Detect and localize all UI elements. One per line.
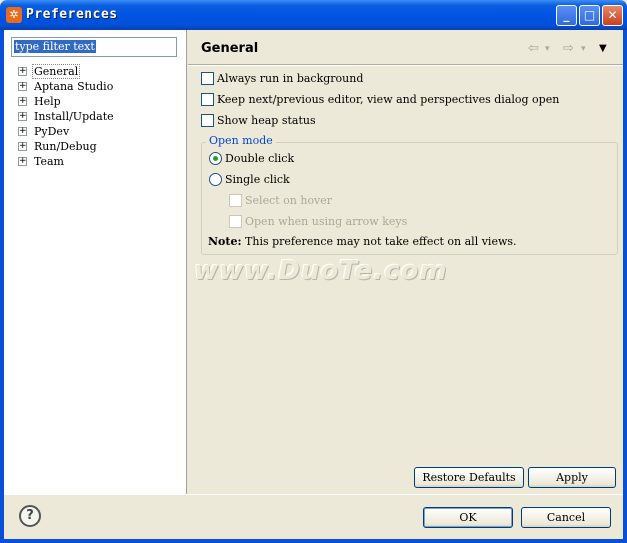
tree-item-install-update[interactable]: + Install/Update xyxy=(18,109,114,124)
tree-item-label: PyDev xyxy=(34,125,70,138)
option-label: Keep next/previous editor, view and pers… xyxy=(217,93,560,106)
help-icon[interactable]: ? xyxy=(19,505,41,527)
checkbox[interactable] xyxy=(201,72,214,85)
footer-divider xyxy=(4,494,623,495)
restore-defaults-button[interactable]: Restore Defaults xyxy=(414,467,524,488)
checkbox[interactable] xyxy=(201,93,214,106)
page-title: General xyxy=(201,41,259,56)
watermark: www.DuoTe.com xyxy=(194,256,448,286)
apply-button[interactable]: Apply xyxy=(528,467,616,488)
tree-item-team[interactable]: + Team xyxy=(18,154,114,169)
checkbox[interactable] xyxy=(229,215,242,228)
option-show-heap-status[interactable]: Show heap status xyxy=(201,114,316,127)
option-select-on-hover[interactable]: Select on hover xyxy=(229,194,332,207)
expand-icon[interactable]: + xyxy=(18,112,27,121)
radio-button[interactable] xyxy=(209,173,222,186)
tree-item-general[interactable]: + General xyxy=(18,64,114,79)
tree-item-help[interactable]: + Help xyxy=(18,94,114,109)
checkbox[interactable] xyxy=(229,194,242,207)
tree-item-run-debug[interactable]: + Run/Debug xyxy=(18,139,114,154)
radio-double-click[interactable]: Double click xyxy=(209,152,294,165)
forward-dropdown-icon[interactable]: ▾ xyxy=(581,44,586,54)
tree-item-label: Run/Debug xyxy=(34,140,97,153)
open-mode-title: Open mode xyxy=(206,134,276,147)
expand-icon[interactable]: + xyxy=(18,142,27,151)
radio-button[interactable] xyxy=(209,152,222,165)
view-menu-icon[interactable]: ▼ xyxy=(599,43,607,54)
window-frame-bottom xyxy=(0,539,627,543)
preferences-sidebar: type filter text + General + Aptana Stud… xyxy=(4,30,187,494)
filter-text: type filter text xyxy=(14,40,96,53)
note-body: This preference may not take effect on a… xyxy=(241,235,517,248)
window-title: Preferences xyxy=(26,7,118,22)
expand-icon[interactable]: + xyxy=(18,97,27,106)
option-label: Always run in background xyxy=(217,72,364,85)
option-label: Open when using arrow keys xyxy=(245,215,408,228)
radio-single-click[interactable]: Single click xyxy=(209,173,290,186)
option-open-arrow-keys[interactable]: Open when using arrow keys xyxy=(229,215,407,228)
checkbox[interactable] xyxy=(201,114,214,127)
filter-input[interactable]: type filter text xyxy=(11,37,177,57)
title-divider-highlight xyxy=(188,65,623,66)
option-label: Show heap status xyxy=(217,114,316,127)
expand-icon[interactable]: + xyxy=(18,82,27,91)
back-dropdown-icon[interactable]: ▾ xyxy=(545,44,550,54)
option-label: Select on hover xyxy=(245,194,333,207)
cancel-button[interactable]: Cancel xyxy=(521,507,611,528)
note-text: Note: This preference may not take effec… xyxy=(208,235,517,248)
close-button[interactable]: ✕ xyxy=(602,5,623,26)
radio-label: Single click xyxy=(225,173,290,186)
option-always-run-background[interactable]: Always run in background xyxy=(201,72,363,85)
expand-icon[interactable]: + xyxy=(18,67,27,76)
maximize-button[interactable]: □ xyxy=(579,5,600,26)
tree-item-label: Team xyxy=(34,155,64,168)
window-frame-right xyxy=(623,30,627,543)
tree-item-pydev[interactable]: + PyDev xyxy=(18,124,114,139)
radio-label: Double click xyxy=(225,152,295,165)
preferences-tree: + General + Aptana Studio + Help + Insta… xyxy=(18,64,114,169)
forward-arrow-icon[interactable]: ⇨ xyxy=(563,41,574,56)
back-arrow-icon[interactable]: ⇦ xyxy=(528,41,539,56)
tree-item-label: Help xyxy=(34,95,61,108)
expand-icon[interactable]: + xyxy=(18,127,27,136)
tree-item-label: General xyxy=(32,64,81,79)
title-bar[interactable]: ✲ Preferences _ □ ✕ xyxy=(0,0,627,30)
note-prefix: Note: xyxy=(208,235,242,248)
tree-item-label: Install/Update xyxy=(34,110,114,123)
ok-button[interactable]: OK xyxy=(423,507,513,528)
eclipse-gear-icon: ✲ xyxy=(6,7,22,23)
tree-item-aptana-studio[interactable]: + Aptana Studio xyxy=(18,79,114,94)
option-keep-dialog-open[interactable]: Keep next/previous editor, view and pers… xyxy=(201,93,559,106)
preference-page: General ⇦ ▾ ⇨ ▾ ▼ Always run in backgrou… xyxy=(188,30,623,494)
tree-item-label: Aptana Studio xyxy=(34,80,114,93)
expand-icon[interactable]: + xyxy=(18,157,27,166)
minimize-button[interactable]: _ xyxy=(556,5,577,26)
